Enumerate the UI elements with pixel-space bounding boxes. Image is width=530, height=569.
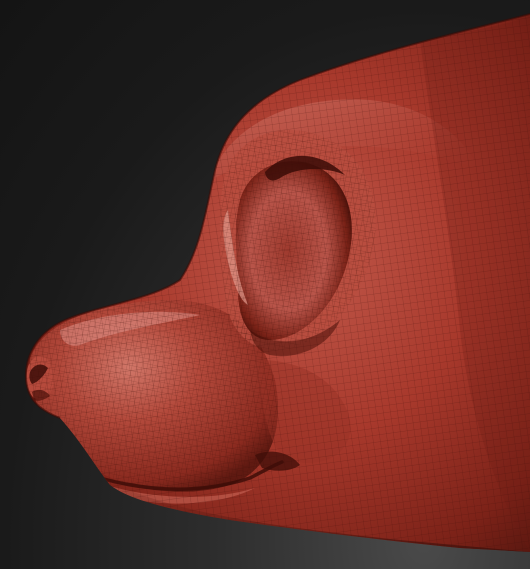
model-render xyxy=(24,13,530,552)
head-mesh xyxy=(24,13,530,552)
3d-viewport[interactable] xyxy=(0,0,530,569)
